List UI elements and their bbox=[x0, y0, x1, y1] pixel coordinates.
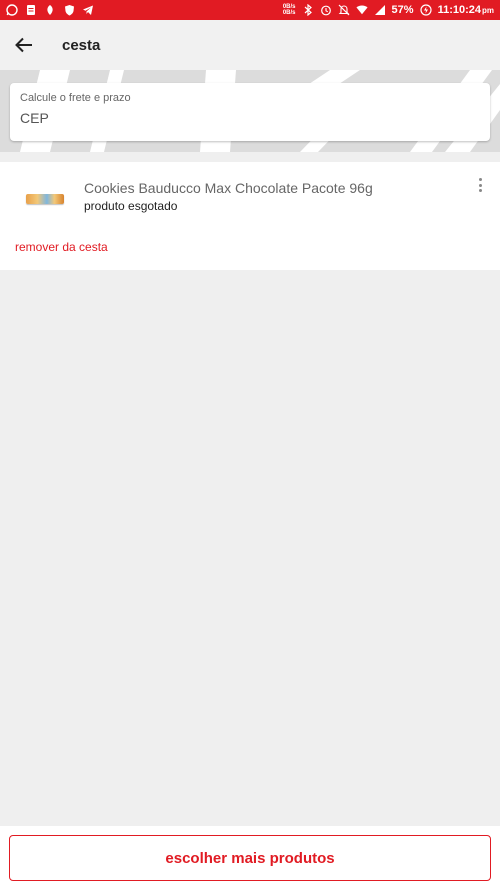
telegram-icon bbox=[82, 4, 94, 16]
product-package-graphic bbox=[26, 194, 64, 204]
kebab-dot bbox=[478, 183, 482, 187]
shipping-label: Calcule o frete e prazo bbox=[20, 92, 131, 104]
download-speed: 0B/s bbox=[282, 10, 296, 16]
leaf-icon bbox=[44, 4, 56, 16]
cep-input[interactable] bbox=[20, 110, 480, 126]
arrow-left-icon bbox=[15, 37, 32, 53]
battery-percent: 57% bbox=[391, 4, 414, 16]
back-button[interactable] bbox=[4, 25, 44, 65]
cart-item: Cookies Bauducco Max Chocolate Pacote 96… bbox=[0, 162, 500, 270]
document-icon bbox=[25, 4, 37, 16]
wifi-icon bbox=[355, 4, 368, 16]
more-options-button[interactable] bbox=[472, 176, 488, 194]
kebab-dot bbox=[478, 189, 482, 192]
signal-icon bbox=[374, 4, 386, 16]
product-status: produto esgotado bbox=[84, 199, 178, 213]
mute-icon bbox=[338, 4, 350, 16]
system-status: 0B/s 0B/s 57% 11:10:24pm bbox=[283, 4, 494, 16]
shield-icon bbox=[63, 4, 75, 16]
remove-from-cart-link[interactable]: remover da cesta bbox=[15, 240, 108, 254]
clock: 11:10:24pm bbox=[438, 4, 494, 16]
product-image[interactable] bbox=[24, 186, 66, 212]
clock-time: 11:10:24 bbox=[437, 4, 481, 16]
app-bar: cesta bbox=[0, 20, 500, 70]
clock-suffix: pm bbox=[482, 6, 494, 15]
page-title: cesta bbox=[62, 36, 101, 54]
battery-icon bbox=[419, 4, 432, 16]
kebab-dot bbox=[478, 178, 482, 181]
choose-more-products-button[interactable]: escolher mais produtos bbox=[9, 835, 491, 881]
network-speed: 0B/s 0B/s bbox=[283, 4, 296, 16]
status-bar: 0B/s 0B/s 57% 11:10:24pm bbox=[0, 0, 500, 20]
alarm-icon bbox=[320, 4, 332, 16]
whatsapp-icon bbox=[6, 4, 18, 16]
bluetooth-icon bbox=[302, 4, 314, 16]
product-name[interactable]: Cookies Bauducco Max Chocolate Pacote 96… bbox=[84, 180, 373, 196]
notification-icons bbox=[6, 4, 94, 16]
shipping-card[interactable]: Calcule o frete e prazo bbox=[10, 83, 490, 141]
bottom-bar: escolher mais produtos bbox=[0, 826, 500, 889]
shipping-banner: Calcule o frete e prazo bbox=[0, 70, 500, 152]
